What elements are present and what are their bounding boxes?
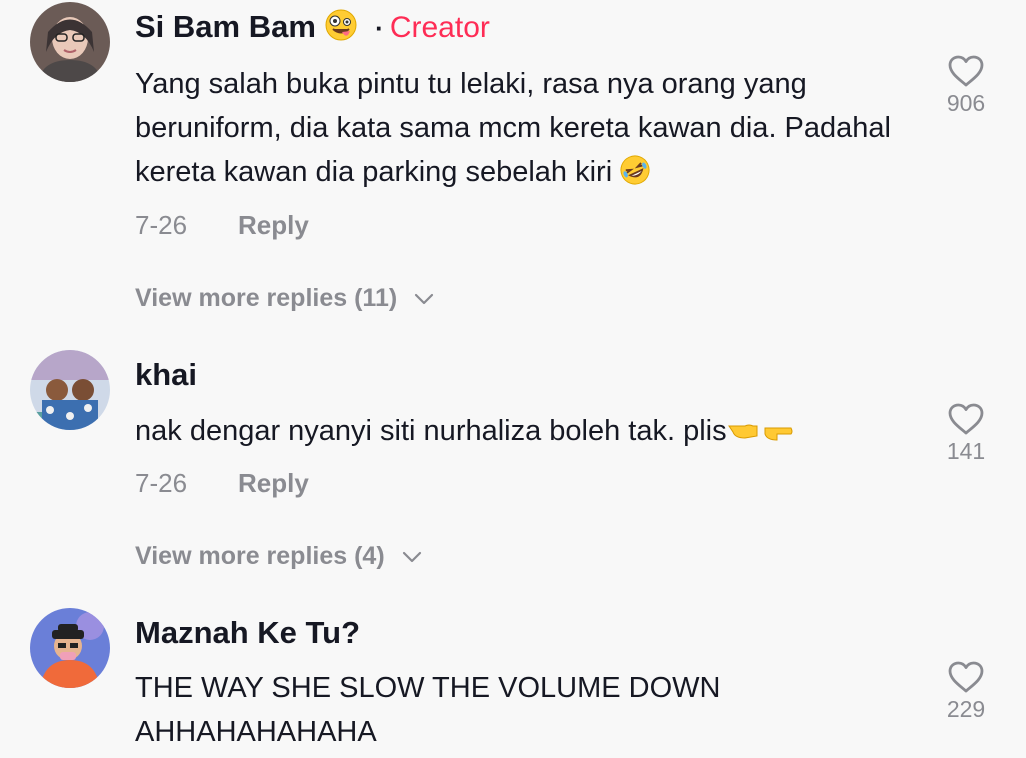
reply-button[interactable]: Reply [238,210,309,240]
username[interactable]: Maznah Ke Tu? [135,615,360,650]
username[interactable]: Si Bam Bam [135,9,316,44]
like-count: 906 [946,90,986,116]
view-more-label: View more replies (4) [135,542,385,570]
comment-date: 7-26 [135,468,188,498]
heart-outline-icon [948,661,984,693]
creator-badge: Creator [389,11,490,44]
view-more-replies-button[interactable]: View more replies (11) [135,284,434,313]
comment-text: Yang salah buka pintu tu lelaki, rasa ny… [135,68,891,188]
like-button[interactable]: 906 [936,54,996,117]
username[interactable]: khai [135,357,197,392]
pointing-hands-emoji [727,413,795,457]
comment-date: 7-26 [135,210,188,240]
heart-outline-icon [948,55,984,87]
badge-separator: · [375,13,384,43]
reply-button[interactable]: Reply [238,468,309,498]
comment-text: nak dengar nyanyi siti nurhaliza boleh t… [135,415,727,447]
view-more-label: View more replies (11) [135,284,398,312]
like-count: 229 [946,696,986,722]
rolling-laughing-emoji [620,154,650,198]
heart-outline-icon [948,403,984,435]
comment-text: THE WAY SHE SLOW THE VOLUME DOWN AHHAHAH… [135,672,721,748]
avatar[interactable] [30,350,110,430]
avatar[interactable] [30,2,110,82]
avatar[interactable] [30,608,110,688]
like-count: 141 [946,438,986,464]
chevron-down-icon [402,552,421,563]
chevron-down-icon [415,294,434,305]
view-more-replies-button[interactable]: View more replies (4) [135,542,422,571]
zany-face-emoji [325,9,357,49]
like-button[interactable]: 229 [936,660,996,723]
like-button[interactable]: 141 [936,402,996,465]
